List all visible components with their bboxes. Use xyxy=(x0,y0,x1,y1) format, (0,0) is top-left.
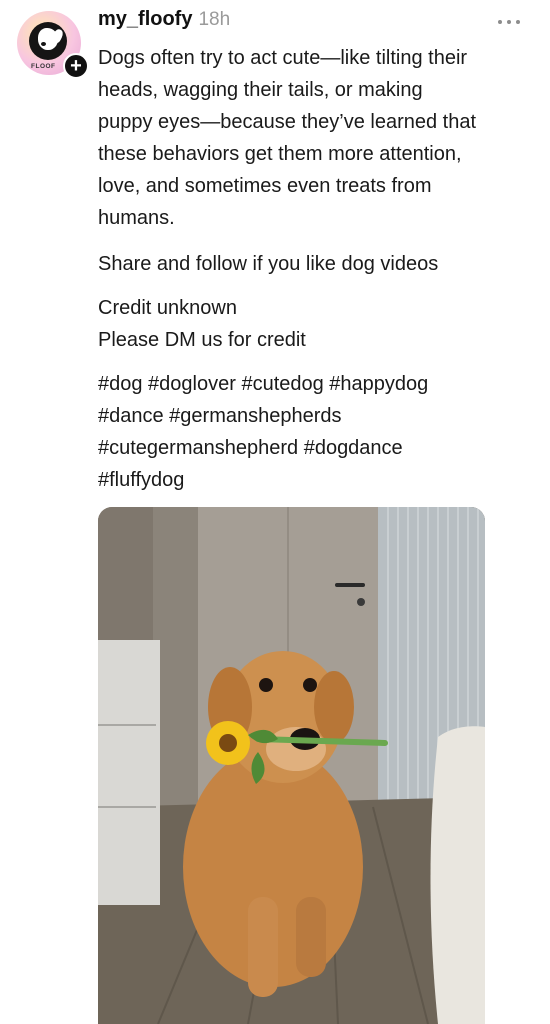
hashtags: #dog #doglover #cutedog #happydog #dance… xyxy=(98,368,538,496)
more-dot xyxy=(507,20,511,24)
hashtag-line[interactable]: #dog #doglover #cutedog #happydog xyxy=(98,368,538,400)
dog-ear xyxy=(314,671,354,743)
caption-line: love, and sometimes even treats from xyxy=(98,175,432,197)
dresser xyxy=(98,640,160,905)
avatar-brand-text: FLOOF xyxy=(31,63,56,70)
dog-leg xyxy=(296,897,326,977)
post-header: my_floofy 18h xyxy=(98,8,230,36)
feed-post: FLOOF + my_floofy 18h Dogs often try to … xyxy=(0,0,550,1024)
caption-line: Dogs often try to act cute—like tilting … xyxy=(98,47,468,69)
more-dot xyxy=(516,20,520,24)
caption-line: these behaviors get them more attention, xyxy=(98,143,462,165)
dog-video-thumbnail xyxy=(98,507,485,1024)
username[interactable]: my_floofy xyxy=(98,8,192,31)
caption-line: Credit unknown xyxy=(98,297,237,319)
caption-paragraph-1: Dogs often try to act cute—like tilting … xyxy=(98,42,538,234)
caption-line: Please DM us for credit xyxy=(98,329,306,351)
sunflower-center xyxy=(219,734,237,752)
caption-line: puppy eyes—because they’ve learned that xyxy=(98,111,477,133)
caption-paragraph-3: Credit unknown Please DM us for credit xyxy=(98,292,306,356)
more-dot xyxy=(498,20,502,24)
hashtag-line[interactable]: #dance #germanshepherds xyxy=(98,400,538,432)
caption-line: heads, wagging their tails, or making xyxy=(98,79,423,101)
hashtag-line[interactable]: #cutegermanshepherd #dogdance xyxy=(98,432,538,464)
dog-leg xyxy=(248,897,278,997)
follow-plus-button[interactable]: + xyxy=(63,53,89,79)
dog-eye xyxy=(259,678,273,692)
hashtag-line[interactable]: #fluffydog xyxy=(98,464,538,496)
caption-line: Share and follow if you like dog videos xyxy=(98,253,439,275)
caption-line: humans. xyxy=(98,207,175,229)
post-video[interactable] xyxy=(98,507,485,1024)
more-options-icon[interactable] xyxy=(498,17,528,27)
flower-stem xyxy=(255,736,388,746)
dog-nose-icon xyxy=(41,42,46,46)
avatar-container[interactable]: FLOOF + xyxy=(17,11,89,79)
post-timestamp: 18h xyxy=(198,9,231,30)
caption-paragraph-2: Share and follow if you like dog videos xyxy=(98,248,438,280)
dog-eye xyxy=(303,678,317,692)
door-handle-icon xyxy=(335,583,365,587)
door-lock-icon xyxy=(357,598,365,606)
bed xyxy=(430,726,485,1024)
